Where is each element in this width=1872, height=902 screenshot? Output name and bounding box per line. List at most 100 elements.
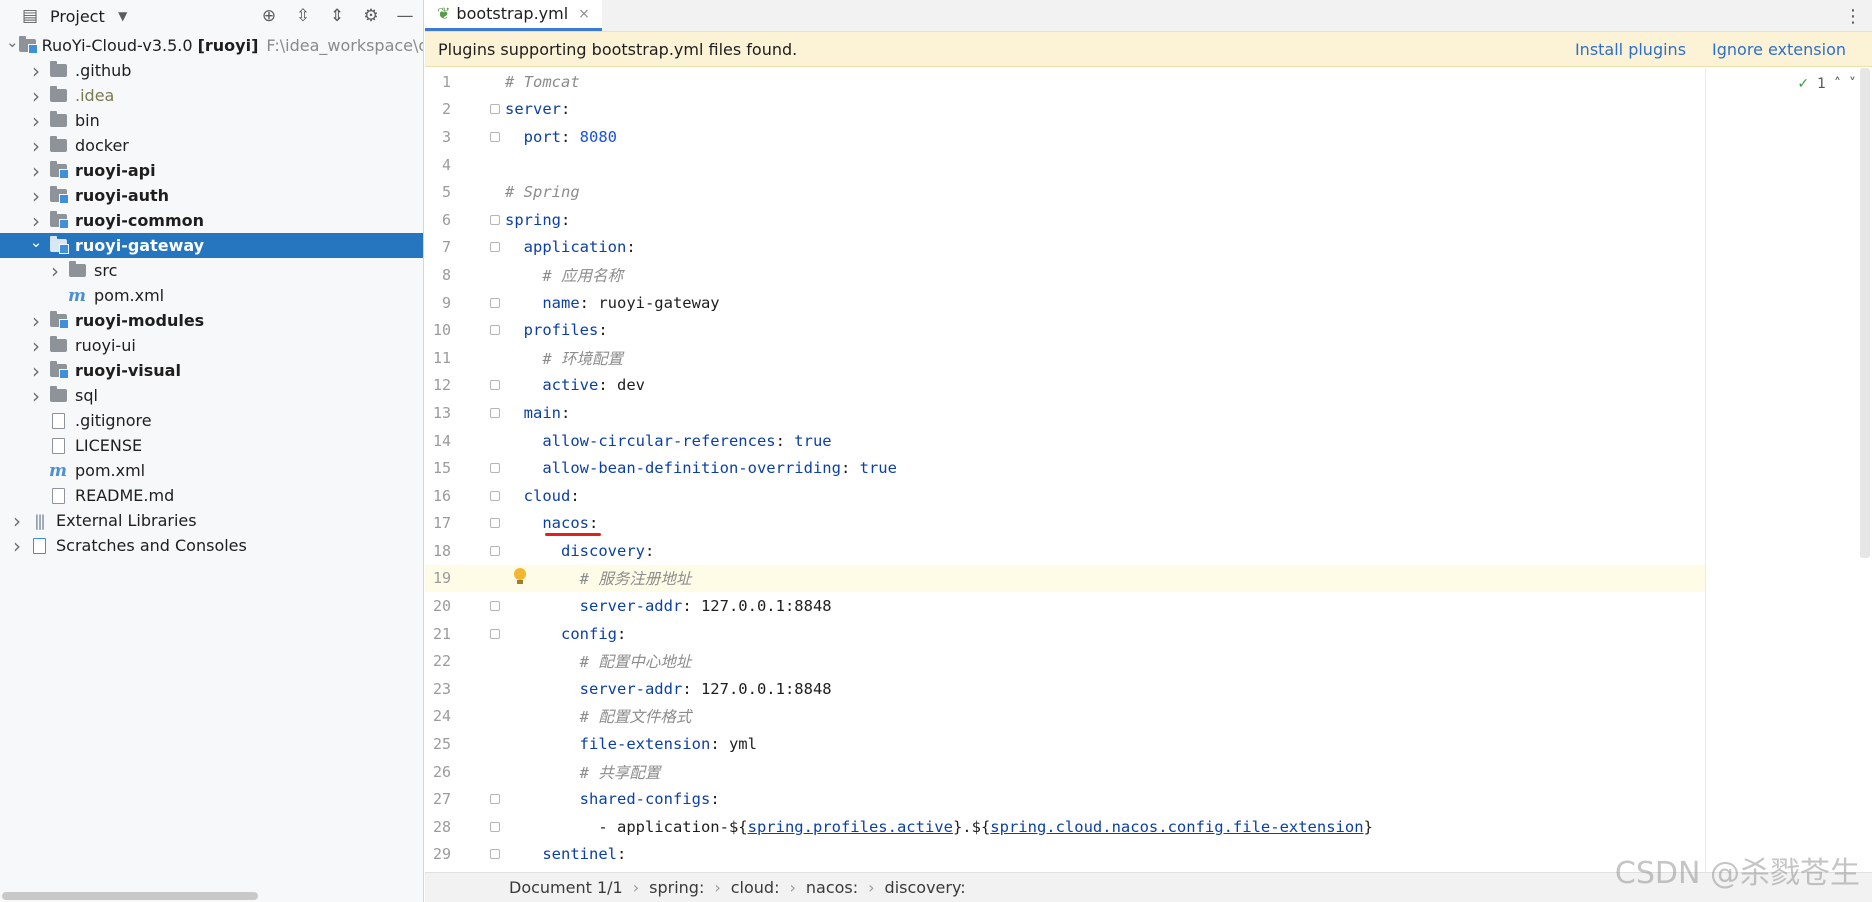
chevron-down-icon[interactable]: ⌄ — [6, 33, 19, 51]
chevron-right-icon[interactable]: › — [25, 184, 47, 208]
tree-item[interactable]: ⌄ ruoyi-gateway — [0, 233, 423, 258]
tree-item[interactable]: ⌄ RuoYi-Cloud-v3.5.0 [ruoyi] F:\idea_worksp… — [0, 33, 423, 58]
tree-item[interactable]: › .github — [0, 58, 423, 83]
code-line[interactable]: 11 # 环境配置 — [425, 344, 1705, 372]
code-line[interactable]: 23 server-addr: 127.0.0.1:8848 — [425, 675, 1705, 703]
fold-marker-icon[interactable] — [490, 849, 500, 860]
chevron-right-icon[interactable]: › — [6, 509, 28, 533]
code-line[interactable]: 19 # 服务注册地址 — [425, 564, 1705, 593]
code-line[interactable]: 17 nacos: — [425, 510, 1705, 538]
tree-item[interactable]: › sql — [0, 383, 423, 408]
fold-marker-icon[interactable] — [490, 131, 500, 142]
document-indicator[interactable]: Document 1/1 — [509, 878, 623, 897]
install-plugins-link[interactable]: Install plugins — [1575, 40, 1686, 59]
tree-item[interactable]: m pom.xml — [0, 283, 423, 308]
fold-marker-icon[interactable] — [490, 490, 500, 501]
tree-item[interactable]: › ||| External Libraries — [0, 508, 423, 533]
code-line[interactable]: 29 sentinel: — [425, 841, 1705, 869]
chevron-right-icon[interactable]: › — [25, 309, 47, 333]
tree-item[interactable]: m pom.xml — [0, 458, 423, 483]
tree-item[interactable]: › docker — [0, 133, 423, 158]
code-line[interactable]: 2 server: — [425, 96, 1705, 124]
chevron-down-icon[interactable]: ˅ — [1849, 76, 1856, 92]
fold-marker-icon[interactable] — [490, 214, 500, 225]
fold-marker-icon[interactable] — [490, 545, 500, 556]
inspection-widget[interactable]: ✓ 1 ˄ ˅ — [1797, 76, 1856, 92]
chevron-right-icon[interactable]: › — [44, 259, 66, 283]
fold-marker-icon[interactable] — [490, 380, 500, 391]
collapse-all-icon[interactable]: ⇕ — [325, 4, 349, 28]
code-line[interactable]: 7 application: — [425, 234, 1705, 262]
horizontal-scrollbar[interactable] — [2, 892, 258, 900]
fold-marker-icon[interactable] — [490, 407, 500, 418]
property-reference[interactable]: spring.profiles.active — [748, 818, 953, 836]
code-editor[interactable]: 1 # Tomcat 2 server: 3 port: 8080 4 5 # Spring 6… — [425, 68, 1872, 872]
tree-item[interactable]: › ruoyi-ui — [0, 333, 423, 358]
code-line[interactable]: 14 allow-circular-references: true — [425, 427, 1705, 455]
code-line[interactable]: 20 server-addr: 127.0.0.1:8848 — [425, 592, 1705, 620]
chevron-right-icon[interactable]: › — [25, 334, 47, 358]
tree-item[interactable]: › ruoyi-api — [0, 158, 423, 183]
fold-marker-icon[interactable] — [490, 794, 500, 805]
fold-marker-icon[interactable] — [490, 821, 500, 832]
fold-marker-icon[interactable] — [490, 325, 500, 336]
chevron-down-icon[interactable]: ▼ — [111, 4, 135, 28]
code-line[interactable]: 26 # 共享配置 — [425, 758, 1705, 786]
chevron-right-icon[interactable]: › — [6, 534, 28, 558]
code-line[interactable]: 16 cloud: — [425, 482, 1705, 510]
chevron-right-icon[interactable]: › — [25, 109, 47, 133]
code-line[interactable]: 5 # Spring — [425, 178, 1705, 206]
tree-item[interactable]: › bin — [0, 108, 423, 133]
tree-item[interactable]: .gitignore — [0, 408, 423, 433]
tree-item[interactable]: LICENSE — [0, 433, 423, 458]
code-line[interactable]: 27 shared-configs: — [425, 785, 1705, 813]
settings-icon[interactable]: ⚙ — [359, 4, 383, 28]
tree-item[interactable]: › Scratches and Consoles — [0, 533, 423, 558]
fold-marker-icon[interactable] — [490, 518, 500, 529]
code-line[interactable]: 12 active: dev — [425, 372, 1705, 400]
code-line[interactable]: 8 # 应用名称 — [425, 261, 1705, 289]
chevron-right-icon[interactable]: › — [25, 384, 47, 408]
tree-item[interactable]: › ruoyi-visual — [0, 358, 423, 383]
code-line[interactable]: 9 name: ruoyi-gateway — [425, 289, 1705, 317]
chevron-down-icon[interactable]: ⌄ — [25, 233, 47, 251]
code-line[interactable]: 6 spring: — [425, 206, 1705, 234]
tree-item[interactable]: › .idea — [0, 83, 423, 108]
code-line[interactable]: 3 port: 8080 — [425, 123, 1705, 151]
code-line[interactable]: 28 - application-${spring.profiles.activ… — [425, 813, 1705, 841]
code-line[interactable]: 24 # 配置文件格式 — [425, 703, 1705, 731]
more-options-icon[interactable]: ⋮ — [1844, 6, 1862, 27]
fold-marker-icon[interactable] — [490, 463, 500, 474]
breadcrumb-item[interactable]: spring: — [649, 878, 704, 897]
locate-icon[interactable]: ⊕ — [257, 4, 281, 28]
fold-marker-icon[interactable] — [490, 104, 500, 115]
project-panel-title[interactable]: Project — [50, 7, 105, 26]
tree-item[interactable]: README.md — [0, 483, 423, 508]
expand-all-icon[interactable]: ⇳ — [291, 4, 315, 28]
fold-marker-icon[interactable] — [490, 628, 500, 639]
fold-marker-icon[interactable] — [490, 242, 500, 253]
code-line[interactable]: 21 config: — [425, 620, 1705, 648]
vertical-scrollbar[interactable] — [1860, 68, 1870, 558]
ignore-extension-link[interactable]: Ignore extension — [1712, 40, 1846, 59]
code-line[interactable]: 1 # Tomcat — [425, 68, 1705, 96]
breadcrumb-item[interactable]: discovery: — [885, 878, 966, 897]
breadcrumb-item[interactable]: nacos: — [806, 878, 858, 897]
fold-marker-icon[interactable] — [490, 297, 500, 308]
code-line[interactable]: 10 profiles: — [425, 316, 1705, 344]
code-line[interactable]: 22 # 配置中心地址 — [425, 647, 1705, 675]
code-line[interactable]: 18 discovery: — [425, 537, 1705, 565]
code-line[interactable]: 15 allow-bean-definition-overriding: tru… — [425, 454, 1705, 482]
tree-item[interactable]: › ruoyi-auth — [0, 183, 423, 208]
code-line[interactable]: 25 file-extension: yml — [425, 730, 1705, 758]
fold-marker-icon[interactable] — [490, 601, 500, 612]
code-line[interactable]: 4 — [425, 151, 1705, 179]
minimize-icon[interactable]: — — [393, 4, 417, 28]
property-reference[interactable]: spring.cloud.nacos.config.file-extension — [990, 818, 1363, 836]
tree-item[interactable]: › ruoyi-common — [0, 208, 423, 233]
tree-item[interactable]: › ruoyi-modules — [0, 308, 423, 333]
breadcrumb-item[interactable]: cloud: — [731, 878, 780, 897]
chevron-right-icon[interactable]: › — [25, 84, 47, 108]
tab-bootstrap-yml[interactable]: ❦ bootstrap.yml × — [425, 0, 602, 31]
chevron-right-icon[interactable]: › — [25, 59, 47, 83]
